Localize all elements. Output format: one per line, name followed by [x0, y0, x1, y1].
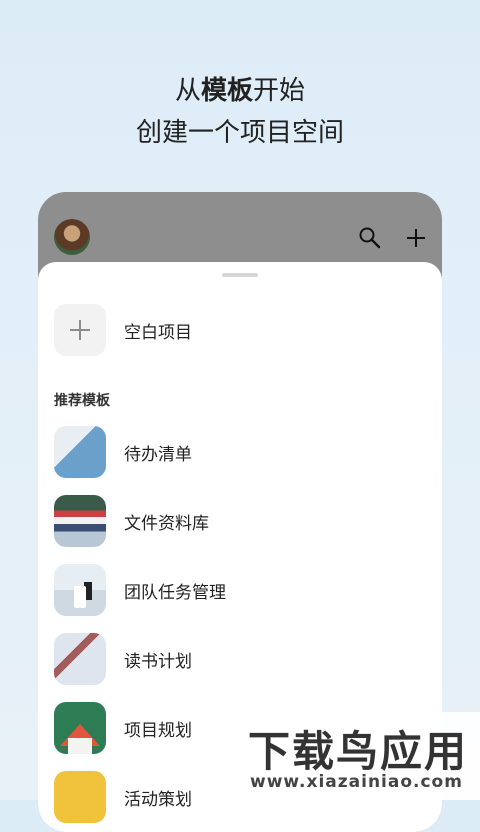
- event-image: [54, 771, 106, 823]
- template-item-todo[interactable]: 待办清单: [54, 426, 426, 478]
- template-label: 待办清单: [124, 445, 192, 465]
- watermark-url: www.xiazainiao.com: [250, 772, 463, 792]
- sheet-drag-handle[interactable]: [222, 273, 258, 277]
- add-icon[interactable]: [404, 226, 428, 250]
- section-title: 推荐模板: [54, 393, 110, 409]
- blank-project-item[interactable]: 空白项目: [54, 304, 426, 356]
- headline-line1: 从模板开始: [0, 70, 480, 107]
- template-item-team[interactable]: 团队任务管理: [54, 564, 426, 616]
- plus-icon: [54, 304, 106, 356]
- template-item-reading[interactable]: 读书计划: [54, 633, 426, 685]
- avatar[interactable]: [54, 219, 90, 255]
- reading-image: [54, 633, 106, 685]
- desk-image: [54, 564, 106, 616]
- template-label: 文件资料库: [124, 514, 209, 534]
- books-image: [54, 495, 106, 547]
- watermark-title: 下载鸟应用: [248, 727, 469, 776]
- headline-bold: 模板: [200, 76, 253, 106]
- template-label: 活动策划: [124, 790, 192, 810]
- template-label: 读书计划: [124, 652, 192, 672]
- project-image: [54, 702, 106, 754]
- template-label: 团队任务管理: [124, 583, 226, 603]
- watermark: 下载鸟应用 www.xiazainiao.com: [238, 712, 480, 800]
- blank-project-label: 空白项目: [124, 323, 192, 343]
- search-icon[interactable]: [358, 226, 382, 250]
- template-label: 项目规划: [124, 721, 192, 741]
- headline-line2: 创建一个项目空间: [135, 118, 344, 148]
- headline-pre: 从: [174, 76, 201, 106]
- template-item-files[interactable]: 文件资料库: [54, 495, 426, 547]
- notebook-image: [54, 426, 106, 478]
- headline-post: 开始: [253, 76, 306, 106]
